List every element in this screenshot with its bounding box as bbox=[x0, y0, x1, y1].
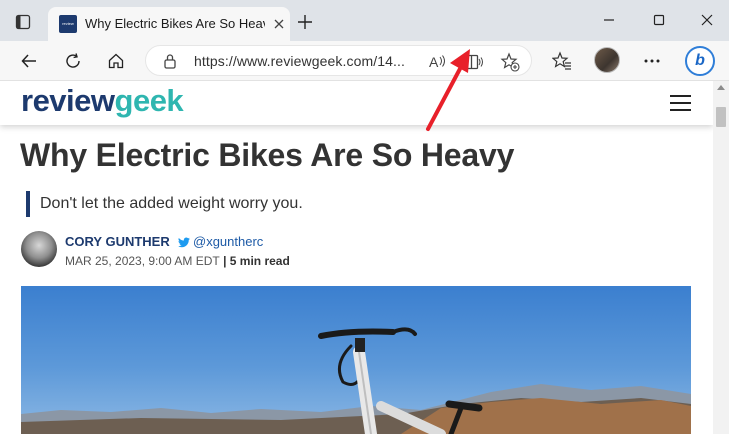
publish-date: MAR 25, 2023, 9:00 AM EDT bbox=[65, 254, 220, 268]
plus-icon[interactable] bbox=[293, 10, 317, 34]
lock-icon[interactable] bbox=[163, 53, 177, 74]
article-subtitle: Don't let the added weight worry you. bbox=[26, 191, 303, 217]
minimize-icon[interactable] bbox=[597, 8, 621, 32]
page-scrollbar[interactable] bbox=[713, 81, 729, 434]
article-meta: MAR 25, 2023, 9:00 AM EDT | 5 min read bbox=[65, 254, 290, 268]
add-favorite-icon[interactable] bbox=[499, 51, 521, 73]
back-arrow-icon[interactable] bbox=[15, 47, 43, 75]
active-tab[interactable]: review geek Why Electric Bikes Are So He… bbox=[48, 7, 290, 41]
hero-image bbox=[21, 286, 691, 434]
author-twitter-handle[interactable]: @xguntherc bbox=[193, 234, 263, 249]
read-time: 5 min read bbox=[229, 254, 290, 268]
site-favicon: review geek bbox=[59, 15, 77, 33]
tab-actions-icon[interactable] bbox=[9, 10, 37, 34]
scroll-thumb[interactable] bbox=[716, 107, 726, 127]
author-name[interactable]: CORY GUNTHER bbox=[65, 234, 170, 249]
bing-copilot-icon[interactable]: b bbox=[685, 46, 715, 76]
browser-toolbar: https://www.reviewgeek.com/14... A b bbox=[0, 41, 729, 81]
favorites-icon[interactable] bbox=[548, 47, 576, 75]
more-icon[interactable] bbox=[638, 47, 666, 75]
site-header: reviewgeek bbox=[0, 81, 713, 125]
tab-strip: review geek Why Electric Bikes Are So He… bbox=[0, 0, 729, 41]
site-logo[interactable]: reviewgeek bbox=[21, 83, 184, 119]
close-icon[interactable] bbox=[271, 16, 287, 32]
author-avatar[interactable] bbox=[21, 231, 57, 267]
home-icon[interactable] bbox=[102, 47, 130, 75]
refresh-icon[interactable] bbox=[59, 47, 87, 75]
twitter-bird-icon[interactable] bbox=[178, 235, 190, 253]
scroll-up-arrow-icon[interactable] bbox=[717, 85, 725, 90]
tab-title: Why Electric Bikes Are So Heavy bbox=[85, 16, 265, 31]
close-window-icon[interactable] bbox=[695, 8, 719, 32]
maximize-icon[interactable] bbox=[647, 8, 671, 32]
profile-avatar[interactable] bbox=[594, 47, 620, 73]
meta-separator: | bbox=[219, 254, 230, 268]
hamburger-menu-icon[interactable] bbox=[670, 95, 691, 111]
url-text[interactable]: https://www.reviewgeek.com/14... bbox=[194, 53, 414, 69]
article-title: Why Electric Bikes Are So Heavy bbox=[20, 137, 515, 173]
page-viewport: reviewgeek Why Electric Bikes Are So Hea… bbox=[0, 81, 713, 434]
annotation-arrow bbox=[426, 49, 470, 131]
